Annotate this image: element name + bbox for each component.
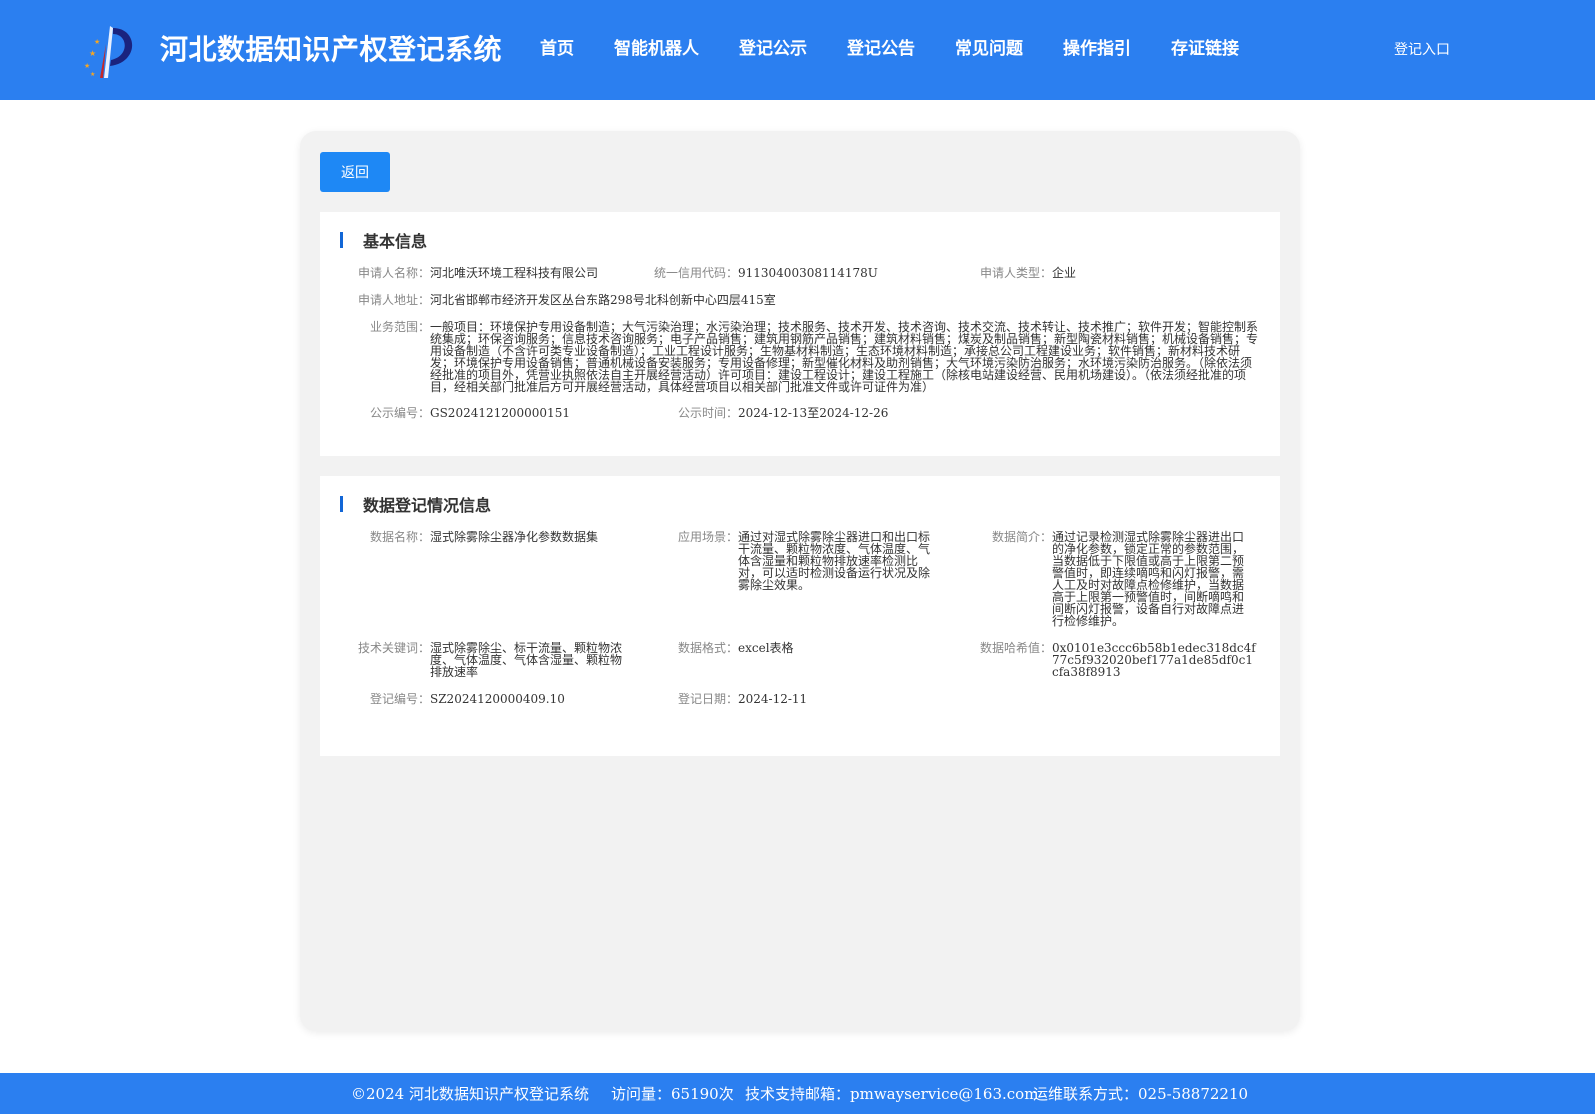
field-label: 申请人类型： [979,266,1052,280]
field-label: 登记编号： [369,692,430,706]
logo-icon: ★ ★ ★ ★ [84,26,133,78]
footer-visits: 访问量：65190次 [611,1085,734,1103]
section-title: 数据登记情况信息 [363,496,492,515]
publicity-time-value: 2024-12-13至2024-12-26 [738,406,889,420]
applicant-type-value: 企业 [1052,266,1077,280]
reg-date-value: 2024-12-11 [738,692,808,706]
field-label: 业务范围： [369,320,430,334]
field-label: 数据名称： [369,530,430,544]
business-scope-value: 一般项目：环境保护专用设备制造；大气污染治理；水污染治理；技术服务、技术开发、技… [430,320,1259,394]
detail-card: 返回 基本信息 申请人名称： 河北唯沃环境工程科技有限公司 统一信用代码： 91… [300,131,1300,1031]
reg-no-value: SZ2024120000409.10 [430,692,565,706]
field-label: 公示时间： [677,406,738,420]
basic-info-section: 基本信息 申请人名称： 河北唯沃环境工程科技有限公司 统一信用代码： 91130… [320,212,1280,456]
field-label: 技术关键词： [357,641,430,655]
section-header: 数据登记情况信息 [340,496,491,515]
summary-value: 通过记录检测湿式除雾除尘器进出口的净化参数，锁定正常的参数范围，当数据低于下限值… [1052,530,1245,628]
svg-text:★: ★ [94,38,100,46]
svg-text:★: ★ [89,49,96,58]
applicant-name-value: 河北唯沃环境工程科技有限公司 [430,266,599,280]
nav-guide[interactable]: 操作指引 [1063,34,1131,59]
field-label: 公示编号： [369,406,430,420]
data-registration-section: 数据登记情况信息 数据名称： 湿式除雾除尘器净化参数数据集 应用场景： 通过对湿… [320,476,1280,756]
publicity-no-value: GS2024121200000151 [430,406,570,420]
section-header: 基本信息 [340,232,427,251]
nav-publicity[interactable]: 登记公示 [739,34,807,59]
section-accent-bar [340,232,343,248]
address-value: 河北省邯郸市经济开发区丛台东路298号北科创新中心四层415室 [430,293,776,307]
top-header: ★ ★ ★ ★ 河北数据知识产权登记系统 首页 智能机器人 登记公示 登记公告 … [0,0,1595,100]
field-label: 数据格式： [677,641,738,655]
field-label: 统一信用代码： [653,266,738,280]
page-footer: ©2024 河北数据知识产权登记系统 访问量：65190次 技术支持邮箱：pmw… [0,1073,1595,1114]
section-accent-bar [340,496,343,512]
field-label: 应用场景： [677,530,738,544]
scenario-value: 通过对湿式除雾除尘器进口和出口标干流量、颗粒物浓度、气体温度、气体含湿量和颗粒物… [738,530,931,592]
site-title: 河北数据知识产权登记系统 [160,33,503,66]
footer-contact: 运维联系方式：025-58872210 [1033,1085,1249,1103]
nav-home[interactable]: 首页 [540,34,574,59]
nav-faq[interactable]: 常见问题 [955,34,1023,59]
nav-announcement[interactable]: 登记公告 [847,34,915,59]
section-title: 基本信息 [363,232,428,251]
back-button[interactable]: 返回 [320,152,390,192]
main-nav: 首页 智能机器人 登记公示 登记公告 常见问题 操作指引 存证链接 [540,34,1279,59]
credit-code-value: 91130400308114178U [738,266,878,280]
nav-robot[interactable]: 智能机器人 [614,34,699,59]
hash-value: 0x0101e3ccc6b58b1edec318dc4f77c5f932020b… [1052,641,1256,679]
login-link[interactable]: 登记入口 [1394,39,1450,59]
data-name-value: 湿式除雾除尘器净化参数数据集 [430,530,599,544]
format-value: excel表格 [738,641,794,655]
svg-text:★: ★ [90,71,95,78]
field-label: 数据哈希值： [979,641,1052,655]
footer-email: 技术支持邮箱：pmwayservice@163.com [745,1085,1039,1103]
field-label: 申请人名称： [357,266,430,280]
svg-text:★: ★ [84,62,90,70]
field-label: 数据简介： [991,530,1052,544]
footer-copyright: ©2024 河北数据知识产权登记系统 [351,1085,589,1103]
keywords-value: 湿式除雾除尘、标干流量、颗粒物浓度、气体温度、气体含湿量、颗粒物排放速率 [430,641,623,679]
nav-evidence-link[interactable]: 存证链接 [1171,34,1239,59]
field-label: 申请人地址： [357,293,430,307]
field-label: 登记日期： [677,692,738,706]
